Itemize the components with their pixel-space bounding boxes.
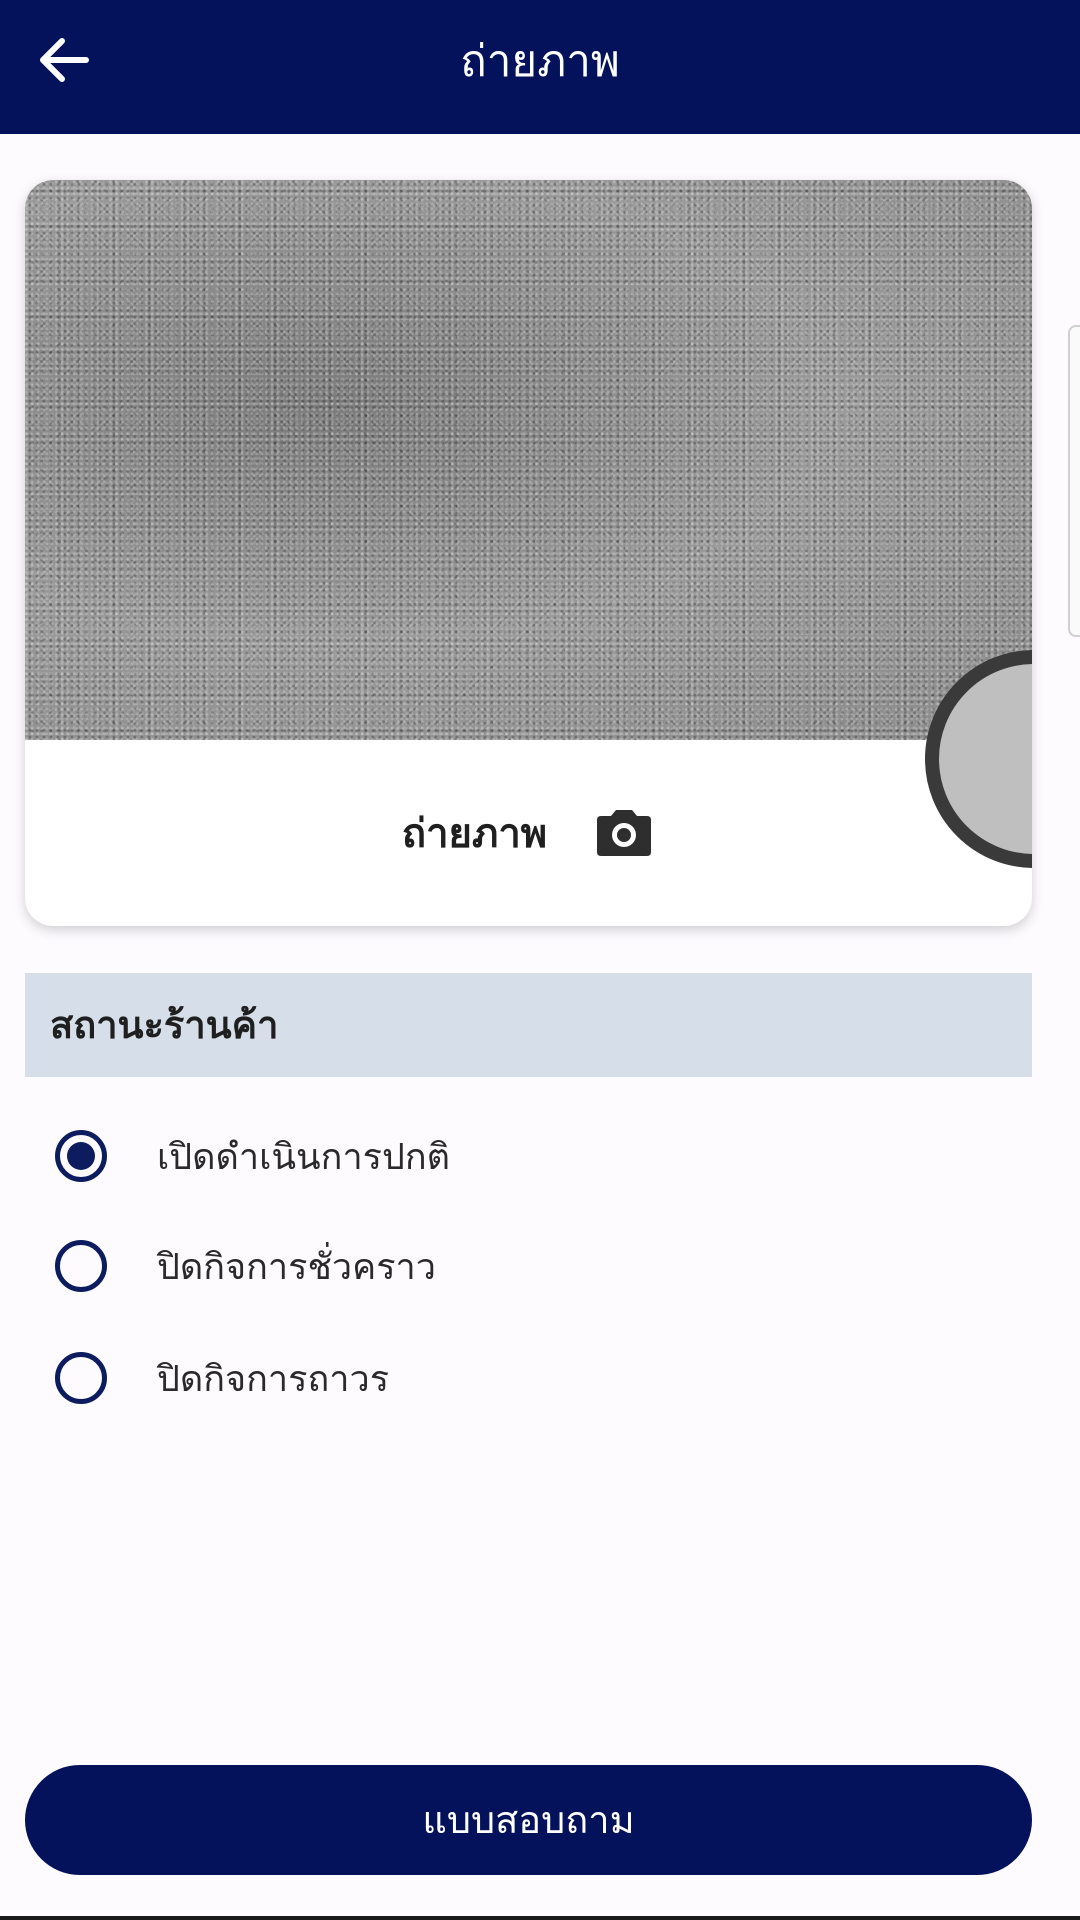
survey-button[interactable]: แบบสอบถาม — [25, 1765, 1032, 1875]
radio-option-permanently-closed[interactable]: ปิดกิจการถาวร — [55, 1338, 755, 1418]
radio-button[interactable] — [55, 1352, 107, 1404]
app-bar: ถ่ายภาพ — [0, 0, 1080, 134]
photo-card: ถ่ายภาพ — [25, 180, 1032, 926]
radio-option-temporarily-closed[interactable]: ปิดกิจการชั่วคราว — [55, 1226, 755, 1306]
bottom-divider — [0, 1916, 1080, 1920]
captured-photo[interactable] — [25, 180, 1032, 868]
radio-option-open-normal[interactable]: เปิดดำเนินการปกติ — [55, 1116, 755, 1196]
radio-label: ปิดกิจการถาวร — [157, 1358, 390, 1400]
scroll-handle[interactable] — [1068, 325, 1080, 637]
take-photo-label: ถ่ายภาพ — [401, 811, 548, 857]
radio-label: เปิดดำเนินการปกติ — [157, 1136, 451, 1178]
store-status-header: สถานะร้านค้า — [25, 973, 1032, 1077]
section-title: สถานะร้านค้า — [50, 1003, 279, 1047]
radio-button[interactable] — [55, 1240, 107, 1292]
radio-selected-dot — [67, 1142, 95, 1170]
radio-button-selected[interactable] — [55, 1130, 107, 1182]
take-photo-button[interactable]: ถ่ายภาพ — [25, 740, 1032, 926]
page-title: ถ่ายภาพ — [460, 36, 620, 87]
camera-icon — [597, 810, 652, 856]
radio-label: ปิดกิจการชั่วคราว — [157, 1246, 436, 1288]
